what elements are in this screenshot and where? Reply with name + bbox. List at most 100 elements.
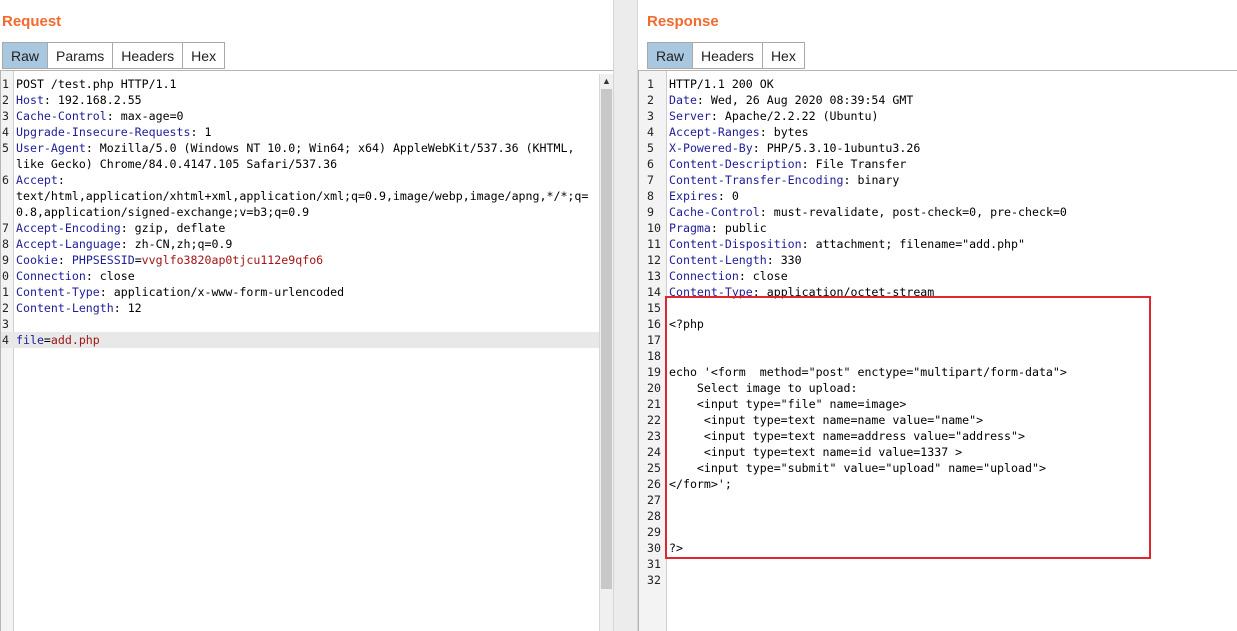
line-number: 3	[2, 109, 9, 123]
header-name: Accept-Encoding	[16, 221, 121, 235]
request-line: 0.8,application/signed-exchange;v=b3;q=0…	[1, 204, 613, 220]
header-name: Cache-Control	[16, 109, 107, 123]
line-number: 6	[647, 157, 654, 171]
header-separator: :	[190, 125, 205, 139]
cookie-equals: =	[134, 253, 142, 267]
line-value: gzip, deflate	[134, 221, 226, 235]
request-scroll-thumb[interactable]	[601, 89, 612, 589]
request-scrollbar[interactable]: ▲	[599, 74, 613, 631]
request-line: 6 Accept:	[1, 172, 613, 188]
line-text: 0.8,application/signed-exchange;v=b3;q=0…	[16, 204, 309, 220]
line-number: 30	[647, 541, 661, 555]
response-line: 15	[639, 300, 1237, 316]
line-value: <input type=text name=name value="name">	[669, 413, 984, 427]
header-separator: :	[759, 125, 774, 139]
header-separator: :	[710, 109, 725, 123]
response-line: 9 Cache-Control: must-revalidate, post-ch…	[639, 204, 1237, 220]
line-text: HTTP/1.1 200 OK	[669, 76, 774, 92]
line-text: ?>	[669, 540, 683, 556]
request-line: 5 User-Agent: Mozilla/5.0 (Windows NT 10.…	[1, 140, 613, 156]
response-tab-hex[interactable]: Hex	[761, 42, 805, 69]
response-line: 18	[639, 348, 1237, 364]
line-number: 26	[647, 477, 661, 491]
header-name: Host	[16, 93, 44, 107]
response-line: 32	[639, 572, 1237, 588]
response-line: 7 Content-Transfer-Encoding: binary	[639, 172, 1237, 188]
header-separator: :	[801, 237, 816, 251]
line-number: 25	[647, 461, 661, 475]
line-value: <input type="submit" value="upload" name…	[669, 461, 1046, 475]
line-text: Pragma: public	[669, 220, 767, 236]
response-tabs: Raw Headers Hex	[647, 42, 805, 69]
line-value: <input type="file" name=image>	[669, 397, 907, 411]
line-text: </form>';	[669, 476, 732, 492]
line-number: 16	[647, 317, 661, 331]
line-number: 6	[2, 173, 9, 187]
response-tab-raw[interactable]: Raw	[647, 42, 693, 69]
line-number: 3	[647, 109, 654, 123]
line-number: 3	[2, 317, 9, 331]
response-line: 22 <input type=text name=name value="nam…	[639, 412, 1237, 428]
header-separator: :	[766, 253, 781, 267]
line-number: 20	[647, 381, 661, 395]
request-tabs: Raw Params Headers Hex	[2, 42, 226, 69]
line-number: 29	[647, 525, 661, 539]
cookie-value: vvglfo3820ap0tjcu112e9qfo6	[141, 253, 324, 267]
header-separator: :	[710, 221, 725, 235]
header-name: Accept	[16, 173, 58, 187]
line-text: Cookie: PHPSESSID=vvglfo3820ap0tjcu112e9…	[16, 252, 323, 268]
line-text: Content-Description: File Transfer	[669, 156, 906, 172]
header-name: Content-Disposition	[669, 237, 802, 251]
line-value: 12	[127, 301, 142, 315]
line-value: attachment; filename="add.php"	[815, 237, 1025, 251]
request-line: 8 Accept-Language: zh-CN,zh;q=0.9	[1, 236, 613, 252]
line-number: 22	[647, 413, 661, 427]
request-line: 2 Host: 192.168.2.55	[1, 92, 613, 108]
line-number: 4	[2, 333, 9, 347]
request-tab-hex[interactable]: Hex	[182, 42, 226, 69]
response-line: 31	[639, 556, 1237, 572]
header-name: Connection	[669, 269, 739, 283]
line-value: POST /test.php HTTP/1.1	[16, 77, 177, 91]
response-editor[interactable]: 1 HTTP/1.1 200 OK 2 Date: Wed, 26 Aug 2020 …	[638, 70, 1237, 631]
header-name: Connection	[16, 269, 86, 283]
line-number: 7	[2, 221, 9, 235]
header-name: Date	[669, 93, 697, 107]
request-tab-raw[interactable]: Raw	[2, 42, 48, 69]
request-editor[interactable]: 1 POST /test.php HTTP/1.1 2 Host: 192.168.2…	[0, 70, 613, 631]
response-line: 8 Expires: 0	[639, 188, 1237, 204]
line-number: 4	[647, 125, 654, 139]
request-tab-headers[interactable]: Headers	[112, 42, 183, 69]
line-value: 1	[204, 125, 212, 139]
line-number: 28	[647, 509, 661, 523]
line-value: File Transfer	[815, 157, 907, 171]
line-text: text/html,application/xhtml+xml,applicat…	[16, 188, 588, 204]
line-value: 0	[731, 189, 739, 203]
header-name: Content-Type	[669, 285, 753, 299]
request-title: Request	[2, 13, 62, 30]
request-line: 1 Content-Type: application/x-www-form-ur…	[1, 284, 613, 300]
request-tab-params[interactable]: Params	[47, 42, 113, 69]
line-text: like Gecko) Chrome/84.0.4147.105 Safari/…	[16, 156, 337, 172]
scroll-up-arrow-icon[interactable]: ▲	[600, 74, 613, 88]
header-name: Content-Description	[669, 157, 802, 171]
line-text: Accept:	[16, 172, 65, 188]
request-line: 7 Accept-Encoding: gzip, deflate	[1, 220, 613, 236]
response-line: 12 Content-Length: 330	[639, 252, 1237, 268]
line-value: Apache/2.2.22 (Ubuntu)	[724, 109, 879, 123]
request-line: 9 Cookie: PHPSESSID=vvglfo3820ap0tjcu112e…	[1, 252, 613, 268]
response-tab-headers[interactable]: Headers	[692, 42, 762, 69]
response-line: 25 <input type="submit" value="upload" n…	[639, 460, 1237, 476]
line-number: 7	[647, 173, 654, 187]
line-text: Content-Type: application/x-www-form-url…	[16, 284, 344, 300]
request-lines: 1 POST /test.php HTTP/1.1 2 Host: 192.168.2…	[1, 76, 613, 348]
line-text: <input type=text name=name value="name">	[669, 412, 983, 428]
header-separator: :	[99, 285, 114, 299]
line-number: 8	[2, 237, 9, 251]
line-number: 2	[647, 93, 654, 107]
pane-divider[interactable]	[613, 0, 638, 631]
header-name: Cache-Control	[669, 205, 760, 219]
header-separator: :	[759, 205, 774, 219]
response-line: 30 ?>	[639, 540, 1237, 556]
header-name: X-Powered-By	[669, 141, 753, 155]
